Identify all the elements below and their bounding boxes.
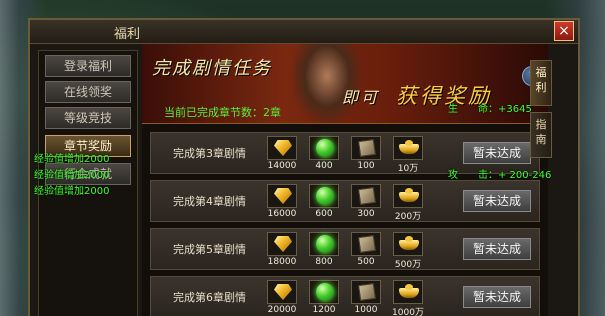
banner-title: 完成剧情任务 [152, 58, 272, 79]
scroll-book-icon [357, 282, 377, 302]
exp-gain-message: 经验值增加2000 [34, 186, 110, 197]
reward-count: 300 [357, 209, 375, 219]
reward-slot[interactable]: 14000 [263, 136, 299, 172]
reward-count: 400 [315, 161, 333, 171]
reward-slot[interactable]: 300 [347, 184, 383, 220]
gold-ingot-icon [399, 140, 419, 154]
exp-gain-message: 经验值增加2000 [34, 154, 110, 165]
reward-frame [267, 136, 297, 160]
reward-count: 500万 [394, 260, 422, 270]
reward-frame [351, 136, 381, 160]
reward-frame [267, 184, 297, 208]
reward-slot[interactable]: 1000 [347, 280, 383, 316]
chapter-progress-text: 当前已完成章节数：2章 [164, 106, 281, 119]
nav-item-online-reward[interactable]: 在线领奖 [45, 81, 131, 103]
chapter-label: 完成第6章剧情 [173, 291, 246, 304]
green-orb-icon [316, 139, 334, 157]
scroll-book-icon [357, 186, 377, 206]
reward-slot[interactable]: 800 [305, 232, 341, 268]
reward-frame [393, 136, 423, 160]
reward-count: 500 [357, 257, 375, 267]
exp-gain-message: 经验值增加2000 [34, 170, 110, 181]
gold-ingot-icon [399, 188, 419, 202]
reward-count: 1000万 [392, 308, 424, 316]
hp-stat-popup: 生 命：+3645 [448, 104, 532, 115]
reward-count: 14000 [267, 161, 297, 171]
reward-slot[interactable]: 100 [347, 136, 383, 172]
reward-slot[interactable]: 500万 [389, 232, 425, 270]
reward-slot[interactable]: 500 [347, 232, 383, 268]
reward-row: 完成第4章剧情 16000 600 300 200万 暂未达成 [150, 180, 540, 222]
reward-frame [351, 184, 381, 208]
reward-slot[interactable]: 10万 [389, 136, 425, 174]
reward-slot[interactable]: 400 [305, 136, 341, 172]
reward-row: 完成第5章剧情 18000 800 500 500万 暂未达成 [150, 228, 540, 270]
green-orb-icon [316, 235, 334, 253]
reward-slot[interactable]: 600 [305, 184, 341, 220]
reward-slot[interactable]: 20000 [263, 280, 299, 316]
reward-frame [393, 280, 423, 304]
claim-button[interactable]: 暂未达成 [463, 238, 531, 260]
reward-frame [267, 280, 297, 304]
reward-slot[interactable]: 1200 [305, 280, 341, 316]
tab-welfare[interactable]: 福利 [530, 60, 552, 106]
window-title: 福利 [114, 27, 141, 42]
reward-slot[interactable]: 18000 [263, 232, 299, 268]
reward-frame [351, 232, 381, 256]
chapter-label: 完成第4章剧情 [173, 195, 246, 208]
reward-slot[interactable]: 200万 [389, 184, 425, 222]
attack-stat-popup: 攻 击：+ 200-246 [448, 170, 552, 181]
reward-frame [393, 232, 423, 256]
close-button[interactable]: × [554, 21, 574, 41]
nav-item-level-competition[interactable]: 等级竞技 [45, 107, 131, 129]
reward-count: 100 [357, 161, 375, 171]
reward-frame [309, 184, 339, 208]
reward-count: 18000 [267, 257, 297, 267]
reward-count: 600 [315, 209, 333, 219]
claim-button[interactable]: 暂未达成 [463, 286, 531, 308]
close-icon: × [558, 23, 570, 39]
reward-count: 1200 [312, 305, 336, 315]
claim-button[interactable]: 暂未达成 [463, 142, 531, 164]
reward-frame [309, 136, 339, 160]
reward-count: 16000 [267, 209, 297, 219]
scroll-book-icon [357, 234, 377, 254]
tab-guide[interactable]: 指南 [530, 112, 552, 158]
gold-gem-icon [274, 140, 292, 156]
green-orb-icon [316, 187, 334, 205]
reward-count: 800 [315, 257, 333, 267]
reward-row: 完成第6章剧情 20000 1200 1000 1000万 暂未达成 [150, 276, 540, 316]
nav-item-login-welfare[interactable]: 登录福利 [45, 55, 131, 77]
reward-frame [309, 280, 339, 304]
scroll-book-icon [357, 138, 377, 158]
banner-slogan-prefix: 即可 [342, 88, 381, 107]
green-orb-icon [316, 283, 334, 301]
chapter-label: 完成第3章剧情 [173, 147, 246, 160]
reward-frame [309, 232, 339, 256]
reward-count: 20000 [267, 305, 297, 315]
reward-count: 200万 [394, 212, 422, 222]
reward-count: 10万 [397, 164, 419, 174]
reward-frame [267, 232, 297, 256]
reward-count: 1000 [354, 305, 378, 315]
reward-slot[interactable]: 1000万 [389, 280, 425, 316]
gold-gem-icon [274, 284, 292, 300]
chapter-label: 完成第5章剧情 [173, 243, 246, 256]
reward-frame [351, 280, 381, 304]
reward-frame [393, 184, 423, 208]
window-titlebar[interactable]: 福利 × [30, 20, 578, 44]
claim-button[interactable]: 暂未达成 [463, 190, 531, 212]
gold-ingot-icon [399, 236, 419, 250]
gold-gem-icon [274, 236, 292, 252]
reward-slot[interactable]: 16000 [263, 184, 299, 220]
gold-ingot-icon [399, 284, 419, 298]
gold-gem-icon [274, 188, 292, 204]
